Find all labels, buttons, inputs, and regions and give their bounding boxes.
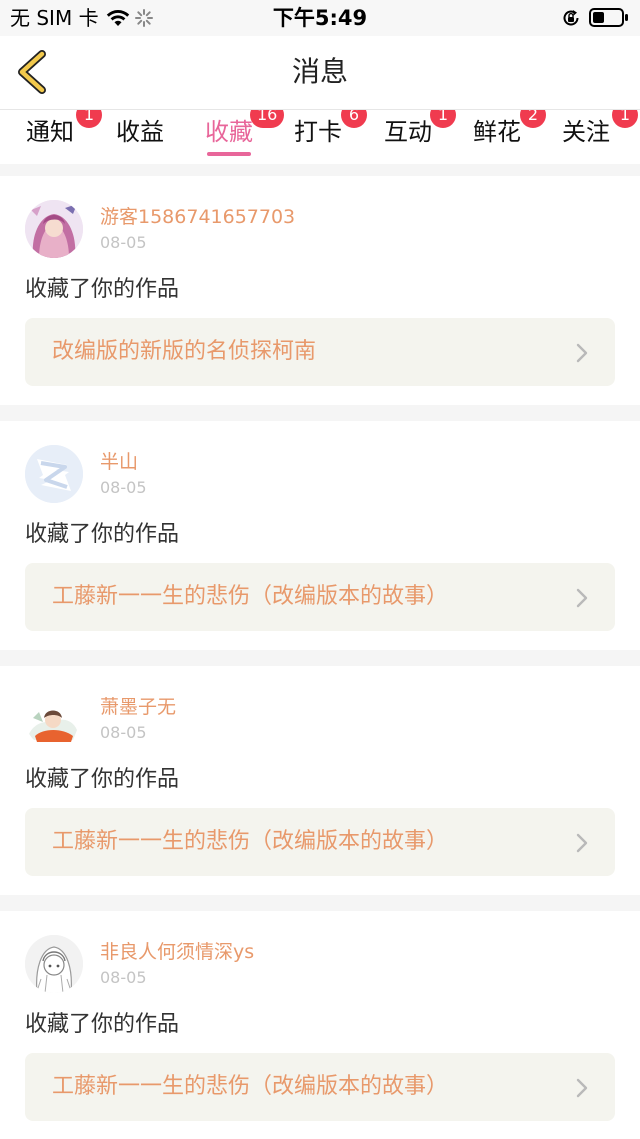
tab-label: 关注 [562,118,610,146]
avatar[interactable] [25,445,83,503]
avatar[interactable] [25,690,83,748]
tab-favorites[interactable]: 收藏 16 [205,110,285,164]
tab-label: 通知 [26,118,74,146]
tab-earnings[interactable]: 收益 [116,110,168,164]
work-title: 工藤新一一生的悲伤（改编版本的故事） [52,584,449,609]
message-date: 08-05 [100,233,147,252]
anime-boy-avatar-icon [25,690,83,748]
avatar[interactable] [25,200,83,258]
user-name[interactable]: 非良人何须情深ys [100,939,254,965]
chevron-right-icon [576,1078,588,1098]
work-link[interactable]: 工藤新一一生的悲伤（改编版本的故事） [25,808,615,876]
message-card: 非良人何须情深ys 08-05 收藏了你的作品 工藤新一一生的悲伤（改编版本的故… [0,911,640,1139]
back-button[interactable] [10,48,54,96]
status-bar: 无 SIM 卡 下午5:49 [0,0,640,36]
active-tab-indicator [207,152,251,156]
tab-label: 收益 [116,118,164,146]
work-link[interactable]: 改编版的新版的名侦探柯南 [25,318,615,386]
page-title: 消息 [291,55,348,88]
tab-interaction[interactable]: 互动 1 [384,110,456,164]
tab-badge: 2 [520,110,546,128]
message-card: 萧墨子无 08-05 收藏了你的作品 工藤新一一生的悲伤（改编版本的故事） [0,666,640,895]
action-text: 收藏了你的作品 [25,277,180,302]
action-text: 收藏了你的作品 [25,1012,180,1037]
tab-label: 收藏 [205,118,253,146]
sketch-girl-avatar-icon [25,935,83,993]
tab-notice[interactable]: 通知 1 [26,110,102,164]
chevron-right-icon [576,343,588,363]
tab-label: 互动 [384,118,432,146]
rotation-lock-icon [561,8,581,32]
tab-label: 鲜花 [473,118,521,146]
tab-follow[interactable]: 关注 1 [562,110,638,164]
chevron-right-icon [576,833,588,853]
tab-badge: 6 [341,110,367,128]
chevron-left-icon [18,50,46,94]
user-name[interactable]: 萧墨子无 [100,694,176,720]
work-title: 改编版的新版的名侦探柯南 [52,339,317,364]
message-date: 08-05 [100,968,147,987]
anime-girl-avatar-icon [25,200,83,258]
work-link[interactable]: 工藤新一一生的悲伤（改编版本的故事） [25,1053,615,1121]
work-link[interactable]: 工藤新一一生的悲伤（改编版本的故事） [25,563,615,631]
action-text: 收藏了你的作品 [25,522,180,547]
tab-badge: 1 [430,110,456,128]
work-title: 工藤新一一生的悲伤（改编版本的故事） [52,1074,449,1099]
work-title: 工藤新一一生的悲伤（改编版本的故事） [52,829,449,854]
message-date: 08-05 [100,723,147,742]
action-text: 收藏了你的作品 [25,767,180,792]
status-time: 下午5:49 [272,6,368,30]
screen: 无 SIM 卡 下午5:49 消息 通知 1 收益 收藏 16 打卡 6 互动 … [0,0,640,1139]
message-card: 半山 08-05 收藏了你的作品 工藤新一一生的悲伤（改编版本的故事） [0,421,640,650]
tab-bar: 通知 1 收益 收藏 16 打卡 6 互动 1 鲜花 2 关注 1 [0,110,640,164]
tab-label: 打卡 [294,118,342,146]
tab-checkin[interactable]: 打卡 6 [294,110,367,164]
message-card: 游客1586741657703 08-05 收藏了你的作品 改编版的新版的名侦探… [0,176,640,405]
user-name[interactable]: 游客1586741657703 [100,204,295,230]
battery-icon [589,8,629,27]
tab-badge: 1 [76,110,102,128]
tab-flowers[interactable]: 鲜花 2 [473,110,546,164]
message-date: 08-05 [100,478,147,497]
tab-badge: 1 [612,110,638,128]
tab-badge: 16 [250,110,285,128]
qq-logo-avatar-icon [25,445,83,503]
user-name[interactable]: 半山 [100,449,138,475]
chevron-right-icon [576,588,588,608]
avatar[interactable] [25,935,83,993]
nav-bar: 消息 [0,36,640,110]
